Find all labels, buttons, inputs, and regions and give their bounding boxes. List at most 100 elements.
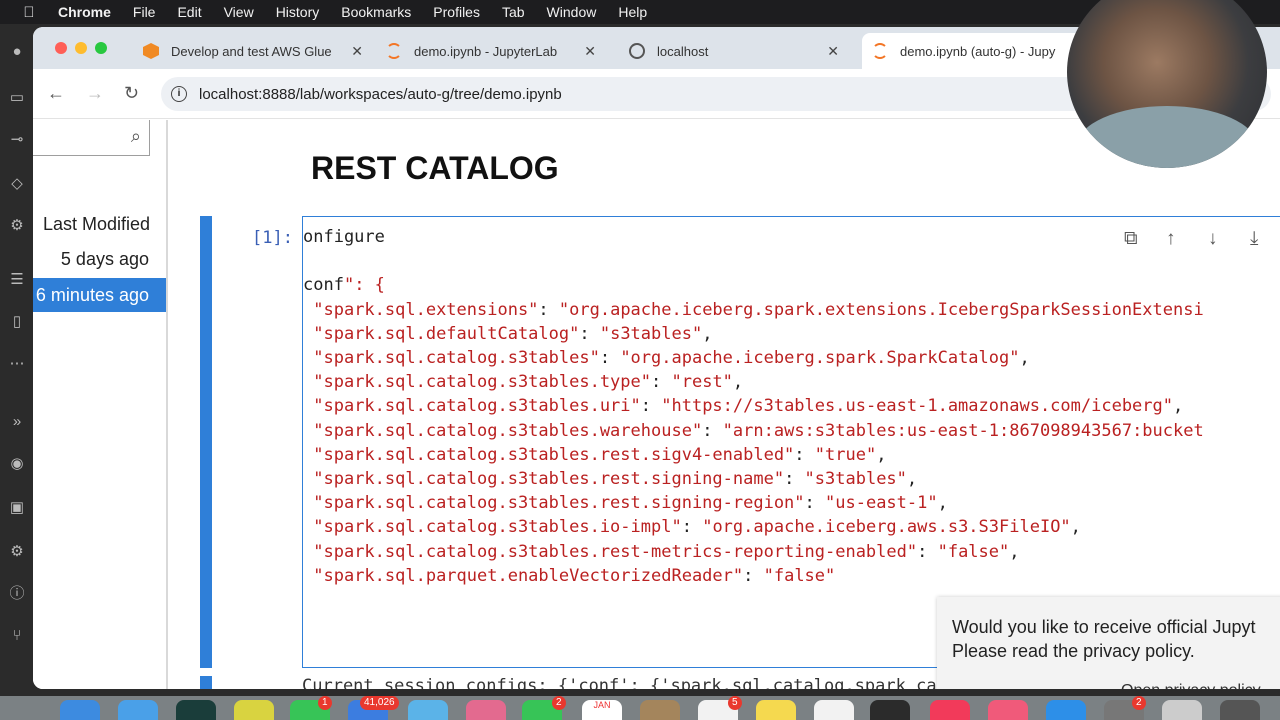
file-row[interactable]: 5 days ago [33, 242, 166, 276]
close-icon[interactable]: ✕ [584, 43, 596, 60]
maps-icon[interactable] [408, 700, 448, 720]
close-icon[interactable]: ✕ [351, 43, 363, 60]
macos-dock: 1 41,026 2 JAN 5 2 [0, 696, 1280, 720]
presenter-image [1077, 106, 1257, 168]
code-line: "spark.sql.catalog.s3tables.type": "rest… [313, 372, 744, 393]
messages-icon[interactable]: 1 [290, 696, 332, 720]
contacts-icon[interactable] [640, 700, 680, 720]
file-row-selected[interactable]: 6 minutes ago [33, 278, 166, 312]
iphone-mirroring-icon[interactable] [1162, 700, 1202, 720]
back-icon[interactable]: ← [47, 83, 65, 104]
privacy-notification: Would you like to receive official Jupyt… [937, 597, 1280, 689]
notebook-panel: REST CATALOG [1]: onfigure conf": { "spa… [180, 120, 1280, 689]
reminders-icon[interactable]: 5 [698, 696, 742, 720]
insert-below-icon[interactable]: ⤓ [1250, 228, 1258, 250]
notification-line-1: Would you like to receive official Jupyt [952, 617, 1256, 637]
move-down-icon[interactable]: ↓ [1208, 228, 1218, 250]
notification-line-2: Please read the privacy policy. [952, 641, 1195, 661]
menu-edit[interactable]: Edit [177, 4, 201, 20]
code-line: "spark.sql.catalog.s3tables.rest.sigv4-e… [313, 444, 887, 465]
notes-app-icon[interactable] [234, 700, 274, 720]
apple-icon[interactable]:  [0, 4, 58, 21]
close-window-button[interactable] [55, 42, 67, 54]
zoom-window-button[interactable] [95, 42, 107, 54]
markdown-heading: REST CATALOG [311, 150, 559, 186]
menu-file[interactable]: File [133, 4, 156, 20]
calendar-icon[interactable]: JAN [582, 700, 622, 720]
podcasts-icon[interactable] [988, 700, 1028, 720]
file-filter-input[interactable]: ⌕ [33, 120, 150, 156]
search-icon: ⌕ [130, 126, 141, 146]
tab-localhost[interactable]: localhost ✕ [619, 33, 849, 69]
url-text: localhost:8888/lab/workspaces/auto-g/tre… [199, 85, 562, 103]
jupyter-icon [872, 43, 888, 59]
forward-icon[interactable]: → [86, 83, 104, 104]
code-text[interactable]: onfigure conf": { "spark.sql.extensions"… [303, 225, 1204, 588]
tab-aws-glue[interactable]: Develop and test AWS Glue ✕ [133, 33, 373, 69]
close-icon[interactable]: ✕ [827, 43, 839, 60]
site-info-icon[interactable]: i [171, 86, 187, 102]
terminal-icon[interactable]: ▣ [8, 499, 26, 517]
tab-jupyterlab[interactable]: demo.ipynb - JupyterLab ✕ [376, 33, 606, 69]
freeform-icon[interactable] [814, 700, 854, 720]
facetime-icon[interactable]: 2 [522, 696, 566, 720]
code-line: "spark.sql.catalog.s3tables.io-impl": "o… [313, 517, 1081, 538]
code-line: onfigure [303, 227, 385, 247]
code-line: "spark.sql.catalog.s3tables.rest.signing… [313, 469, 918, 490]
bookmark-icon[interactable]: ▯ [8, 313, 26, 331]
minimize-window-button[interactable] [75, 42, 87, 54]
code-line: "spark.sql.catalog.s3tables.rest-metrics… [313, 541, 1020, 562]
branch-icon[interactable]: ⑂ [8, 627, 26, 645]
move-up-icon[interactable]: ↑ [1166, 228, 1176, 250]
app-icon[interactable] [1220, 700, 1260, 720]
running-icon[interactable]: ◉ [8, 455, 26, 473]
reload-icon[interactable]: ↻ [124, 83, 139, 104]
cell-prompt: [1]: [252, 228, 293, 248]
menu-app-name[interactable]: Chrome [58, 4, 111, 20]
webcam-overlay [1067, 0, 1267, 168]
menu-help[interactable]: Help [618, 4, 647, 20]
active-cell-indicator[interactable] [200, 216, 212, 668]
expand-icon[interactable]: » [8, 413, 26, 431]
finder-icon[interactable] [60, 700, 100, 720]
git-icon[interactable]: ◇ [8, 175, 26, 193]
open-privacy-policy-button[interactable]: Open privacy policy [1121, 679, 1261, 689]
column-header-last-modified[interactable]: Last Modified [43, 214, 150, 235]
tab-jupyterlab-auto-g[interactable]: demo.ipynb (auto-g) - Jupy [862, 33, 1102, 69]
file-browser-panel: ⌕ Last Modified 5 days ago 6 minutes ago [33, 120, 168, 689]
extension-icon[interactable]: ⚙ [8, 217, 26, 235]
settings-icon[interactable]: ⚙ [8, 543, 26, 561]
menu-view[interactable]: View [224, 4, 254, 20]
menu-bookmarks[interactable]: Bookmarks [341, 4, 411, 20]
code-line: "spark.sql.catalog.s3tables.warehouse": … [313, 420, 1204, 441]
table-icon[interactable]: ☰ [8, 271, 26, 289]
jupyter-icon [386, 43, 402, 59]
menu-profiles[interactable]: Profiles [433, 4, 480, 20]
dot-icon: ● [12, 43, 22, 60]
appletv-icon[interactable] [870, 700, 910, 720]
more-icon[interactable]: ⋯ [8, 355, 26, 373]
calendar-month: JAN [593, 700, 611, 710]
system-settings-icon[interactable]: 2 [1104, 696, 1146, 720]
music-icon[interactable] [930, 700, 970, 720]
code-line: conf": { [303, 275, 385, 296]
code-line: "spark.sql.defaultCatalog": "s3tables", [313, 323, 713, 344]
photos-icon[interactable] [466, 700, 506, 720]
app-icon[interactable] [176, 700, 216, 720]
git-commit-icon[interactable]: ⊸ [8, 131, 26, 149]
menu-window[interactable]: Window [547, 4, 597, 20]
safari-icon[interactable] [118, 700, 158, 720]
code-line: "spark.sql.extensions": "org.apache.iceb… [313, 299, 1204, 320]
notes-icon[interactable] [756, 700, 796, 720]
info-icon[interactable]: ⓘ [8, 585, 26, 603]
aws-icon [143, 43, 159, 59]
cell-output: Current session configs: {'conf': {'spar… [302, 676, 937, 689]
duplicate-cell-icon[interactable]: ⧉ [1124, 228, 1138, 250]
menu-tab[interactable]: Tab [502, 4, 525, 20]
appstore-icon[interactable] [1046, 700, 1086, 720]
folder-icon[interactable]: ▭ [8, 89, 26, 107]
menu-history[interactable]: History [276, 4, 320, 20]
mail-icon[interactable]: 41,026 [348, 696, 399, 720]
jupyter-sidebar-strip: ● ▭ ⊸ ◇ ⚙ ☰ ▯ ⋯ » ◉ ▣ ⚙ ⓘ ⑂ [0, 27, 33, 689]
